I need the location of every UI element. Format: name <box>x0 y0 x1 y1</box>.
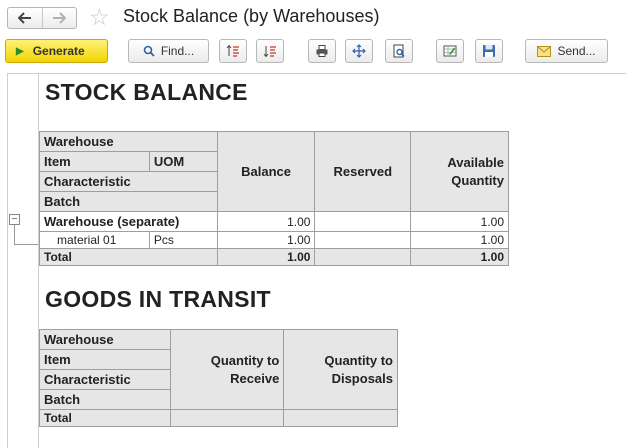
edit-report-button[interactable] <box>436 39 464 63</box>
forward-button[interactable] <box>41 8 76 28</box>
stock-balance-title: STOCK BALANCE <box>45 79 248 105</box>
detail-balance[interactable]: 1.00 <box>216 231 316 249</box>
goods-in-transit-title: GOODS IN TRANSIT <box>45 286 271 312</box>
transit-header-qty-receive-line2: Receive <box>230 370 280 386</box>
transit-header-item: Item <box>39 349 171 370</box>
find-label: Find... <box>160 44 195 58</box>
detail-reserved[interactable] <box>314 231 412 249</box>
send-button[interactable]: Send... <box>525 39 608 63</box>
goods-in-transit-table: Warehouse Quantity to Receive Quantity t… <box>39 329 398 427</box>
search-icon <box>143 45 155 57</box>
favorite-star-icon[interactable]: ☆ <box>89 4 110 30</box>
report-top-border <box>7 73 626 74</box>
detail-uom[interactable]: Pcs <box>148 231 218 249</box>
printer-icon <box>315 44 329 58</box>
group-row-warehouse[interactable]: Warehouse (separate) 1.00 1.00 <box>39 211 509 232</box>
header-batch: Batch <box>39 191 218 212</box>
envelope-icon <box>537 45 552 57</box>
detail-available[interactable]: 1.00 <box>410 231 509 249</box>
group-balance[interactable]: 1.00 <box>216 211 316 232</box>
save-button[interactable] <box>475 39 503 63</box>
print-preview-button[interactable] <box>385 39 413 63</box>
header-available-line2: Quantity <box>451 172 504 188</box>
transit-total-label: Total <box>39 409 171 427</box>
group-warehouse-name[interactable]: Warehouse (separate) <box>39 211 218 232</box>
toolbar: ▶ Generate Find... Send... <box>0 38 626 66</box>
group-available[interactable]: 1.00 <box>410 211 509 232</box>
transit-header-qty-disposals: Quantity to Disposals <box>283 329 398 410</box>
transit-total-qty-disposals <box>283 409 398 427</box>
header-item: Item <box>39 151 150 172</box>
transit-total-qty-receive <box>169 409 285 427</box>
edit-report-icon <box>443 44 457 58</box>
find-button[interactable]: Find... <box>128 39 209 63</box>
detail-row-material[interactable]: material 01 Pcs 1.00 1.00 <box>39 231 509 249</box>
stock-balance-table: Warehouse Balance Reserved Available Qua… <box>39 131 509 266</box>
send-label: Send... <box>557 44 596 58</box>
back-arrow-icon <box>17 12 32 24</box>
header-warehouse: Warehouse <box>39 131 218 152</box>
transit-header-warehouse: Warehouse <box>39 329 171 350</box>
transit-header-batch: Batch <box>39 389 171 410</box>
collapse-groups-button[interactable] <box>256 39 284 63</box>
group-reserved[interactable] <box>314 211 412 232</box>
move-icon <box>352 44 366 58</box>
detail-item[interactable]: material 01 <box>39 231 150 249</box>
expand-groups-icon <box>226 44 240 58</box>
tree-line-vertical <box>14 225 15 245</box>
header-characteristic: Characteristic <box>39 171 218 192</box>
header-balance: Balance <box>216 131 316 212</box>
total-row: Total 1.00 1.00 <box>39 248 509 266</box>
total-label: Total <box>39 248 218 266</box>
transit-header-qty-disposals-line2: Disposals <box>331 370 393 386</box>
report-area: STOCK BALANCE Warehouse Balance Reserved… <box>0 73 626 448</box>
navigation-group <box>7 7 77 29</box>
tree-line-horizontal <box>14 244 38 245</box>
total-available: 1.00 <box>410 248 509 266</box>
report-left-gutter-line <box>7 73 8 448</box>
header-available-quantity: Available Quantity <box>410 131 509 212</box>
move-button[interactable] <box>345 39 373 63</box>
header-uom: UOM <box>148 151 218 172</box>
transit-total-row: Total <box>39 409 398 427</box>
transit-header-qty-receive: Quantity to Receive <box>169 329 285 410</box>
print-preview-icon <box>392 44 406 58</box>
expand-groups-button[interactable] <box>219 39 247 63</box>
collapse-groups-icon <box>263 44 277 58</box>
header-available-line1: Available <box>447 154 504 170</box>
forward-arrow-icon <box>52 12 67 24</box>
transit-header-qty-receive-line1: Quantity to <box>210 352 280 368</box>
window-title: Stock Balance (by Warehouses) <box>123 6 380 26</box>
transit-header-qty-disposals-line1: Quantity to <box>324 352 393 368</box>
total-balance: 1.00 <box>216 248 316 266</box>
play-icon: ▶ <box>16 45 24 57</box>
print-button[interactable] <box>308 39 336 63</box>
generate-label: Generate <box>32 44 85 58</box>
generate-button[interactable]: ▶ Generate <box>5 39 108 63</box>
title-bar: ☆ Stock Balance (by Warehouses) <box>0 0 626 36</box>
back-button[interactable] <box>8 8 42 28</box>
group-collapse-toggle[interactable]: − <box>9 214 20 225</box>
floppy-disk-icon <box>482 44 496 58</box>
header-reserved: Reserved <box>314 131 412 212</box>
transit-header-characteristic: Characteristic <box>39 369 171 390</box>
total-reserved <box>314 248 412 266</box>
